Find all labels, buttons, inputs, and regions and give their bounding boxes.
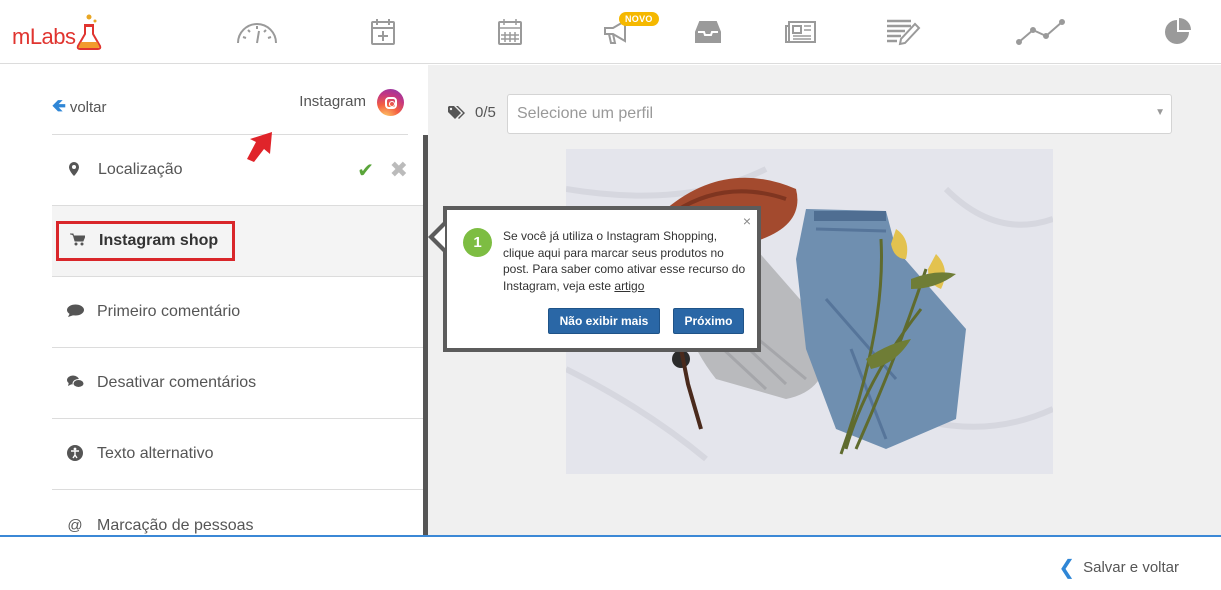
tooltip-pointer-inner bbox=[434, 226, 445, 248]
tags-icon bbox=[448, 105, 465, 119]
menu-item-label: Marcação de pessoas bbox=[97, 516, 254, 534]
menu-item-label: Desativar comentários bbox=[97, 374, 257, 391]
product-tag-counter: 0/5 bbox=[448, 104, 496, 121]
close-icon[interactable]: × bbox=[743, 213, 751, 229]
save-and-back-label: Salvar e voltar bbox=[1083, 559, 1179, 576]
options-menu: Localização ✔ ✖ Instagram shop Primeiro … bbox=[52, 135, 424, 561]
inbox-icon[interactable] bbox=[685, 14, 731, 50]
menu-item-disable-comments[interactable]: Desativar comentários bbox=[52, 348, 424, 419]
calendar-icon[interactable] bbox=[487, 14, 533, 50]
profile-select[interactable]: Selecione um perfil ▼ bbox=[507, 94, 1172, 134]
pie-chart-icon[interactable] bbox=[1154, 14, 1200, 50]
at-sign-icon: @ bbox=[67, 517, 83, 534]
chevron-down-icon: ▼ bbox=[1155, 107, 1165, 118]
menu-item-label: Texto alternativo bbox=[97, 445, 214, 462]
post-options-panel: 🡸 voltar Instagram Localização ✔ ✖ Insta… bbox=[0, 65, 428, 535]
menu-item-alt-text[interactable]: Texto alternativo bbox=[52, 419, 424, 490]
logo-text: mLabs bbox=[12, 24, 76, 49]
arrow-left-icon: 🡸 bbox=[52, 96, 66, 115]
comments-icon bbox=[67, 375, 85, 392]
menu-item-label: Instagram shop bbox=[99, 232, 219, 249]
dashboard-gauge-icon[interactable] bbox=[234, 14, 280, 50]
save-and-back-button[interactable]: ❮ Salvar e voltar bbox=[1058, 555, 1179, 580]
newspaper-icon[interactable] bbox=[778, 14, 824, 50]
accessibility-icon bbox=[67, 444, 83, 464]
new-badge: NOVO bbox=[619, 12, 659, 26]
article-link[interactable]: artigo bbox=[614, 279, 644, 293]
comment-icon bbox=[67, 304, 84, 321]
menu-item-label: Localização bbox=[98, 161, 183, 178]
cart-icon bbox=[69, 233, 86, 249]
menu-item-first-comment[interactable]: Primeiro comentário bbox=[52, 277, 424, 348]
chevron-left-icon: ❮ bbox=[1058, 557, 1076, 579]
menu-item-label: Primeiro comentário bbox=[97, 303, 241, 320]
next-button[interactable]: Próximo bbox=[673, 308, 744, 334]
top-navigation: mLabs NOVO bbox=[0, 0, 1221, 64]
menu-item-location[interactable]: Localização ✔ ✖ bbox=[52, 135, 424, 206]
instagram-icon bbox=[377, 89, 404, 116]
edit-list-icon[interactable] bbox=[880, 14, 926, 50]
close-icon[interactable]: ✖ bbox=[390, 157, 408, 183]
red-arrow-icon bbox=[247, 132, 272, 162]
highlight-box: Instagram shop bbox=[56, 221, 235, 261]
megaphone-icon[interactable]: NOVO bbox=[593, 12, 659, 50]
back-label: voltar bbox=[69, 99, 107, 116]
profile-select-placeholder: Selecione um perfil bbox=[517, 105, 654, 122]
map-pin-icon bbox=[66, 161, 82, 179]
footer-bar: ❮ Salvar e voltar bbox=[0, 535, 1221, 590]
tooltip-text: Se você já utiliza o Instagram Shopping,… bbox=[503, 228, 749, 294]
calendar-add-icon[interactable] bbox=[360, 14, 406, 50]
check-icon[interactable]: ✔ bbox=[357, 158, 374, 183]
step-number-badge: 1 bbox=[463, 228, 492, 257]
flask-icon bbox=[76, 14, 101, 50]
dont-show-again-button[interactable]: Não exibir mais bbox=[548, 308, 660, 334]
tag-count-value: 0/5 bbox=[475, 104, 496, 121]
network-label: Instagram bbox=[299, 93, 366, 110]
back-link[interactable]: 🡸 voltar bbox=[52, 93, 107, 122]
analytics-line-icon[interactable] bbox=[1015, 14, 1067, 50]
onboarding-tooltip: × 1 Se você já utiliza o Instagram Shopp… bbox=[443, 206, 761, 352]
panel-header: 🡸 voltar Instagram bbox=[52, 65, 408, 135]
menu-item-instagram-shop[interactable]: Instagram shop bbox=[52, 206, 424, 277]
mlabs-logo[interactable]: mLabs bbox=[12, 10, 102, 50]
